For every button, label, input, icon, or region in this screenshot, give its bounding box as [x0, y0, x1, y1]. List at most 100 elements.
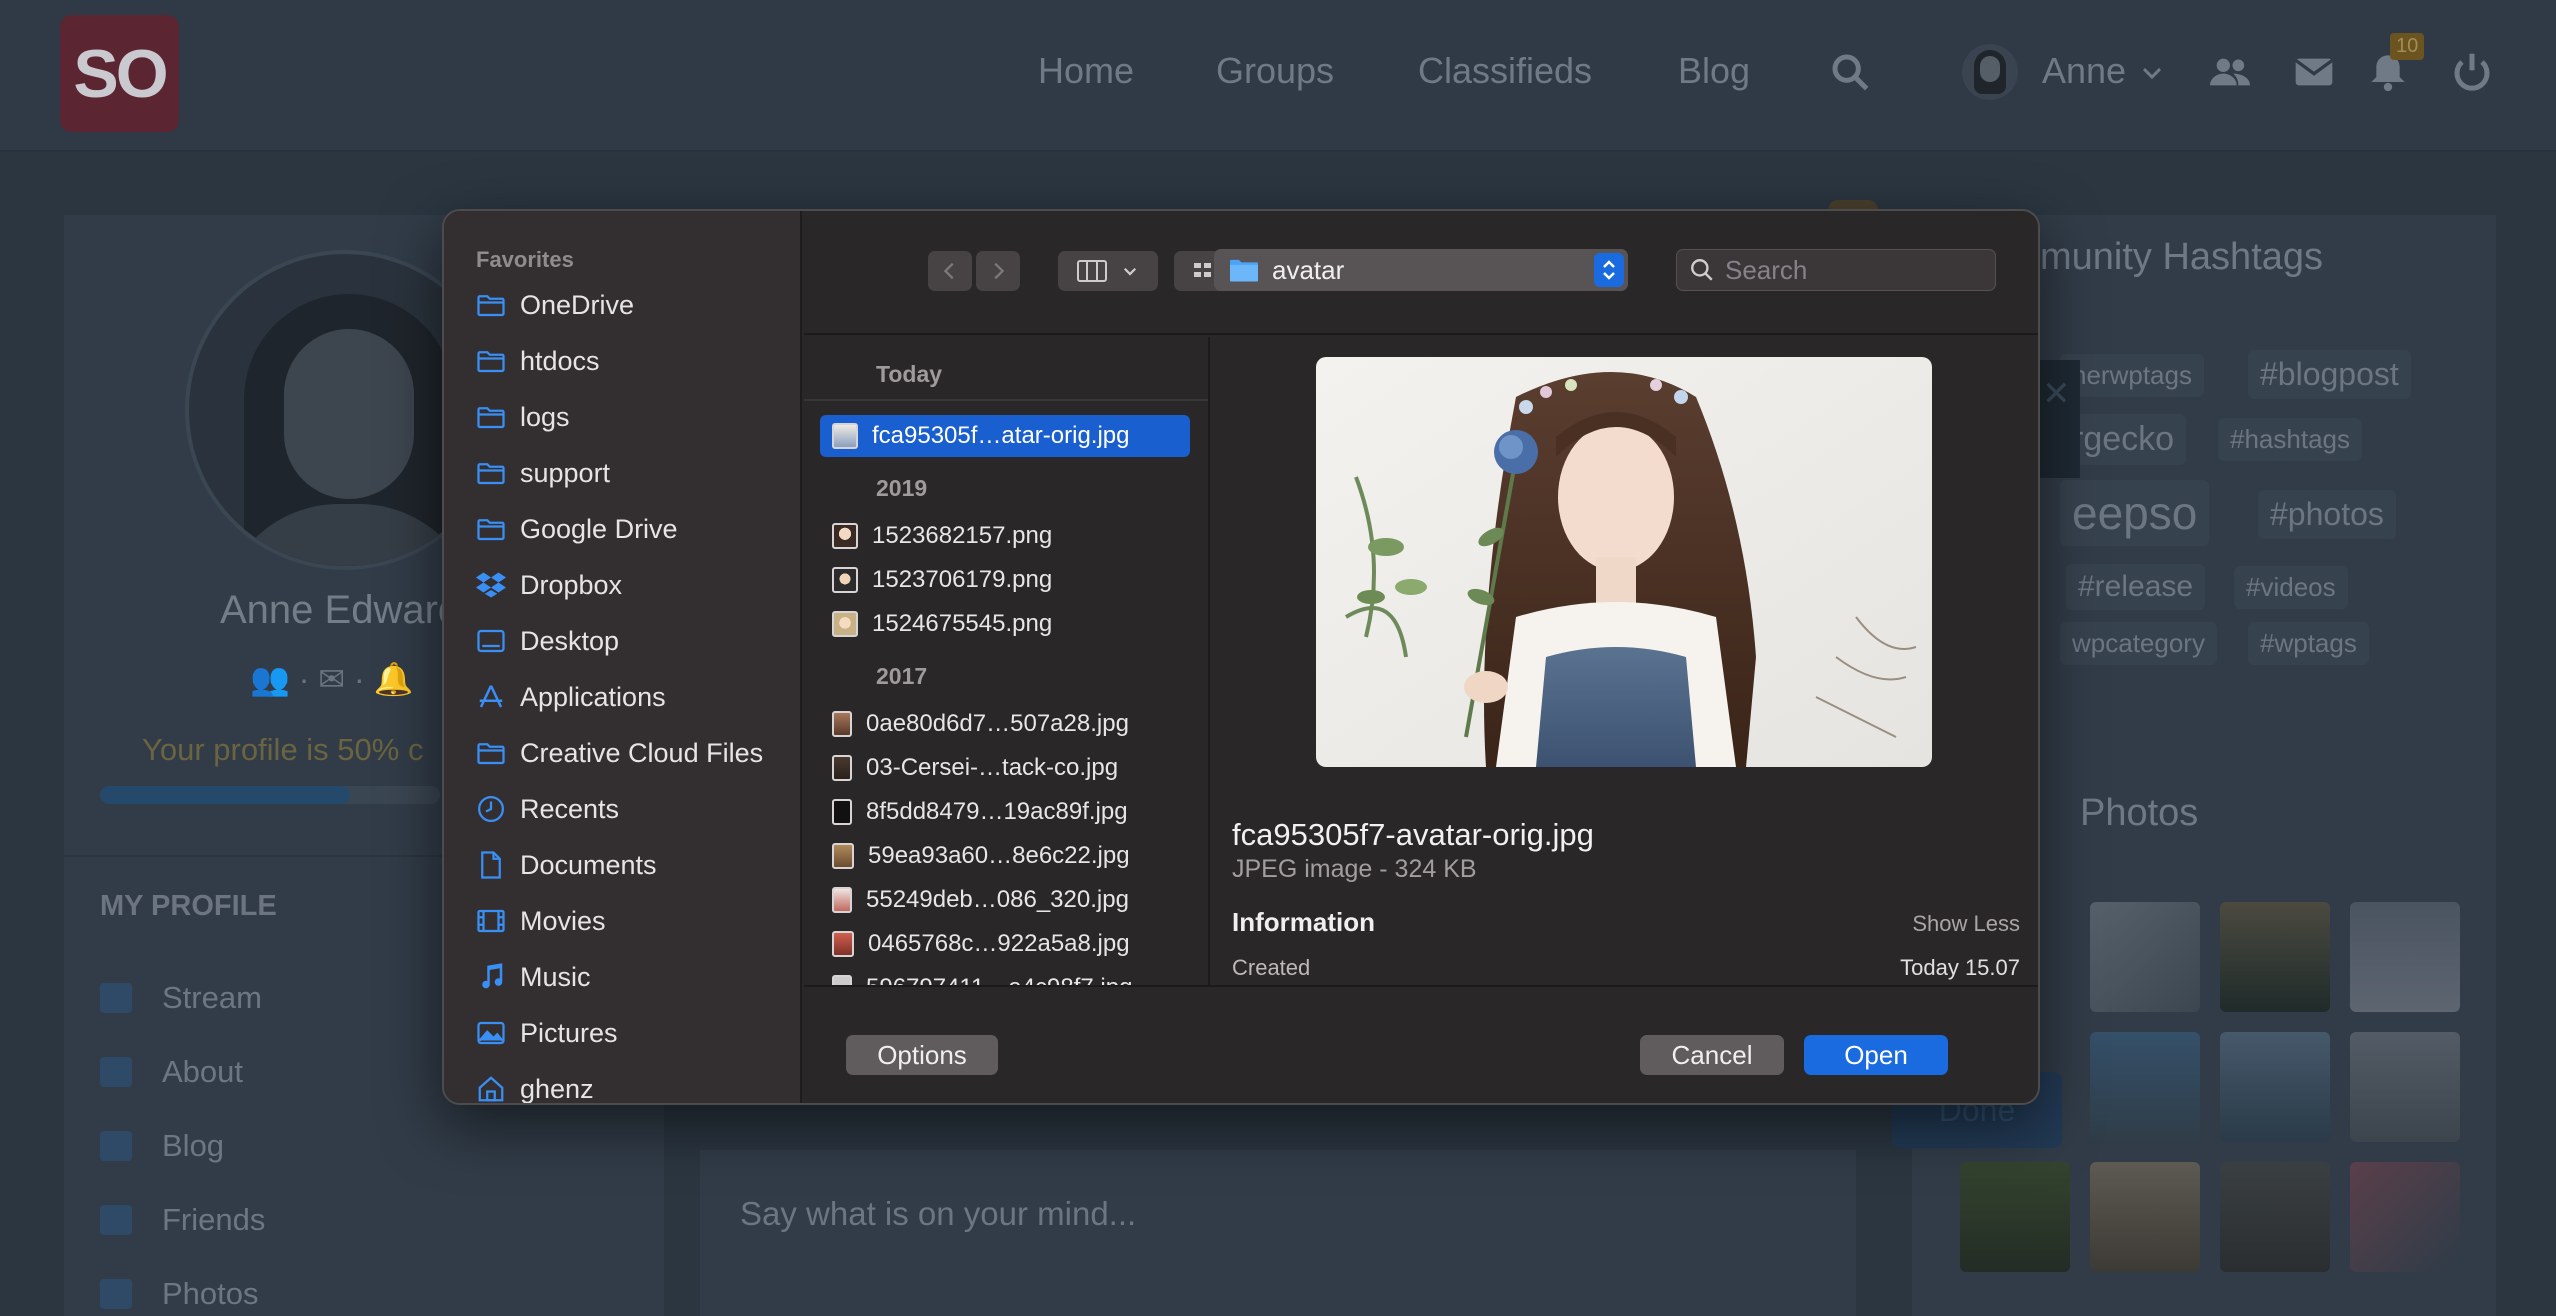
user-avatar[interactable] — [1962, 44, 2018, 100]
nav-home[interactable]: Home — [1038, 50, 1134, 92]
preview-pane: fca95305f7-avatar-orig.jpg JPEG image - … — [1212, 337, 2038, 985]
sidebar-item-creative-cloud[interactable]: Creative Cloud Files — [476, 733, 763, 773]
image-thumbnail-icon — [832, 843, 854, 869]
menu-item-friends[interactable]: Friends — [100, 1202, 265, 1238]
hashtag[interactable]: eepso — [2060, 480, 2210, 546]
pictures-icon — [477, 1021, 505, 1045]
photo-thumb[interactable] — [1960, 1162, 2070, 1272]
hashtag[interactable]: herwptags — [2060, 354, 2204, 397]
menu-item-about[interactable]: About — [100, 1054, 243, 1090]
nav-groups[interactable]: Groups — [1216, 50, 1334, 92]
chevron-down-icon[interactable] — [2140, 52, 2164, 92]
sidebar-item-applications[interactable]: Applications — [476, 677, 666, 717]
file-row[interactable]: 0ae80d6d7…507a28.jpg — [820, 703, 1190, 745]
cancel-button[interactable]: Cancel — [1640, 1035, 1784, 1075]
post-input[interactable]: Say what is on your mind... — [740, 1195, 1136, 1233]
search-input[interactable] — [1725, 254, 1965, 286]
file-row[interactable]: 596797411…a4c98f7.jpg — [820, 967, 1190, 985]
file-row[interactable]: 8f5dd8479…19ac89f.jpg — [820, 791, 1190, 833]
hashtag[interactable]: #wptags — [2248, 622, 2369, 665]
menu-label: Stream — [162, 980, 262, 1015]
menu-item-stream[interactable]: Stream — [100, 980, 262, 1016]
photo-thumb[interactable] — [2350, 1032, 2460, 1142]
photo-thumb[interactable] — [2220, 1032, 2330, 1142]
file-name: 55249deb…086_320.jpg — [866, 886, 1129, 913]
user-icon — [100, 1057, 132, 1087]
image-thumbnail-icon — [832, 711, 852, 737]
view-mode-button[interactable] — [1058, 251, 1158, 291]
chevron-right-icon — [994, 262, 1005, 280]
sidebar-item-support[interactable]: support — [476, 453, 610, 493]
sidebar-item-music[interactable]: Music — [476, 957, 591, 997]
folder-icon — [477, 295, 505, 317]
friends-icon[interactable] — [2210, 52, 2250, 92]
sidebar-item-desktop[interactable]: Desktop — [476, 621, 619, 661]
friends-icon[interactable]: 👥 — [250, 661, 290, 697]
file-row[interactable]: 1523682157.png — [820, 515, 1190, 557]
photo-thumb[interactable] — [2350, 1162, 2460, 1272]
photo-thumb[interactable] — [2350, 902, 2460, 1012]
sidebar-item-ghenz[interactable]: ghenz — [476, 1069, 594, 1104]
show-less-link[interactable]: Show Less — [1912, 911, 2020, 937]
hashtag[interactable]: #photos — [2258, 490, 2396, 539]
nav-classifieds[interactable]: Classifieds — [1418, 50, 1592, 92]
photo-thumb[interactable] — [2220, 902, 2330, 1012]
sidebar-item-label: Music — [520, 961, 591, 992]
file-row-selected[interactable]: fca95305f…atar-orig.jpg — [820, 415, 1190, 457]
sidebar-item-label: Recents — [520, 793, 620, 824]
sidebar-item-label: ghenz — [520, 1073, 594, 1104]
file-row[interactable]: 1524675545.png — [820, 603, 1190, 645]
sidebar-item-label: Documents — [520, 849, 657, 880]
sidebar-item-movies[interactable]: Movies — [476, 901, 606, 941]
hashtag[interactable]: #hashtags — [2218, 418, 2362, 461]
hashtag[interactable]: wpcategory — [2060, 622, 2217, 665]
file-row[interactable]: 0465768c…922a5a8.jpg — [820, 923, 1190, 965]
image-thumbnail-icon — [832, 423, 858, 449]
folder-icon — [477, 743, 505, 765]
user-name[interactable]: Anne — [2042, 50, 2126, 92]
site-logo[interactable]: SO — [60, 15, 179, 132]
mail-icon[interactable] — [2294, 52, 2334, 92]
location-select[interactable]: avatar — [1214, 249, 1628, 291]
options-button[interactable]: Options — [846, 1035, 998, 1075]
file-row[interactable]: 59ea93a60…8e6c22.jpg — [820, 835, 1190, 877]
desktop-icon — [477, 629, 505, 653]
hashtag[interactable]: #videos — [2234, 566, 2348, 609]
preview-kind: JPEG image - 324 KB — [1232, 855, 1477, 883]
close-icon[interactable]: ✕ — [2042, 374, 2071, 414]
mail-icon[interactable]: ✉ — [318, 661, 345, 697]
sidebar-item-google-drive[interactable]: Google Drive — [476, 509, 678, 549]
file-row[interactable]: 55249deb…086_320.jpg — [820, 879, 1190, 921]
sidebar-item-pictures[interactable]: Pictures — [476, 1013, 618, 1053]
sidebar-item-label: htdocs — [520, 345, 600, 376]
sidebar-item-recents[interactable]: Recents — [476, 789, 619, 829]
file-name: 8f5dd8479…19ac89f.jpg — [866, 798, 1128, 825]
menu-item-blog[interactable]: Blog — [100, 1128, 224, 1164]
sidebar-item-logs[interactable]: logs — [476, 397, 570, 437]
profile-action-icons: 👥 · ✉ · 🔔 — [250, 661, 414, 697]
power-icon[interactable] — [2452, 52, 2492, 92]
photo-thumb[interactable] — [2220, 1162, 2330, 1272]
photo-thumb[interactable] — [2090, 902, 2200, 1012]
file-row[interactable]: 03-Cersei-…tack-co.jpg — [820, 747, 1190, 789]
bell-icon[interactable]: 🔔 — [374, 661, 414, 697]
search-field[interactable] — [1676, 249, 1996, 291]
hashtag[interactable]: #release — [2066, 564, 2206, 610]
sidebar-item-onedrive[interactable]: OneDrive — [476, 285, 634, 325]
nav-blog[interactable]: Blog — [1678, 50, 1750, 92]
blog-icon — [100, 1131, 132, 1161]
search-icon[interactable] — [1830, 52, 1870, 92]
forward-button[interactable] — [976, 251, 1020, 291]
sidebar-item-documents[interactable]: Documents — [476, 845, 657, 885]
photo-thumb[interactable] — [2090, 1032, 2200, 1142]
sidebar-item-dropbox[interactable]: Dropbox — [476, 565, 622, 605]
sidebar-item-htdocs[interactable]: htdocs — [476, 341, 600, 381]
menu-item-photos[interactable]: Photos — [100, 1276, 259, 1312]
my-profile-heading: MY PROFILE — [100, 890, 277, 922]
file-row[interactable]: 1523706179.png — [820, 559, 1190, 601]
home-icon — [100, 983, 132, 1013]
back-button[interactable] — [928, 251, 972, 291]
hashtag[interactable]: #blogpost — [2248, 350, 2411, 399]
photo-thumb[interactable] — [2090, 1162, 2200, 1272]
open-button[interactable]: Open — [1804, 1035, 1948, 1075]
